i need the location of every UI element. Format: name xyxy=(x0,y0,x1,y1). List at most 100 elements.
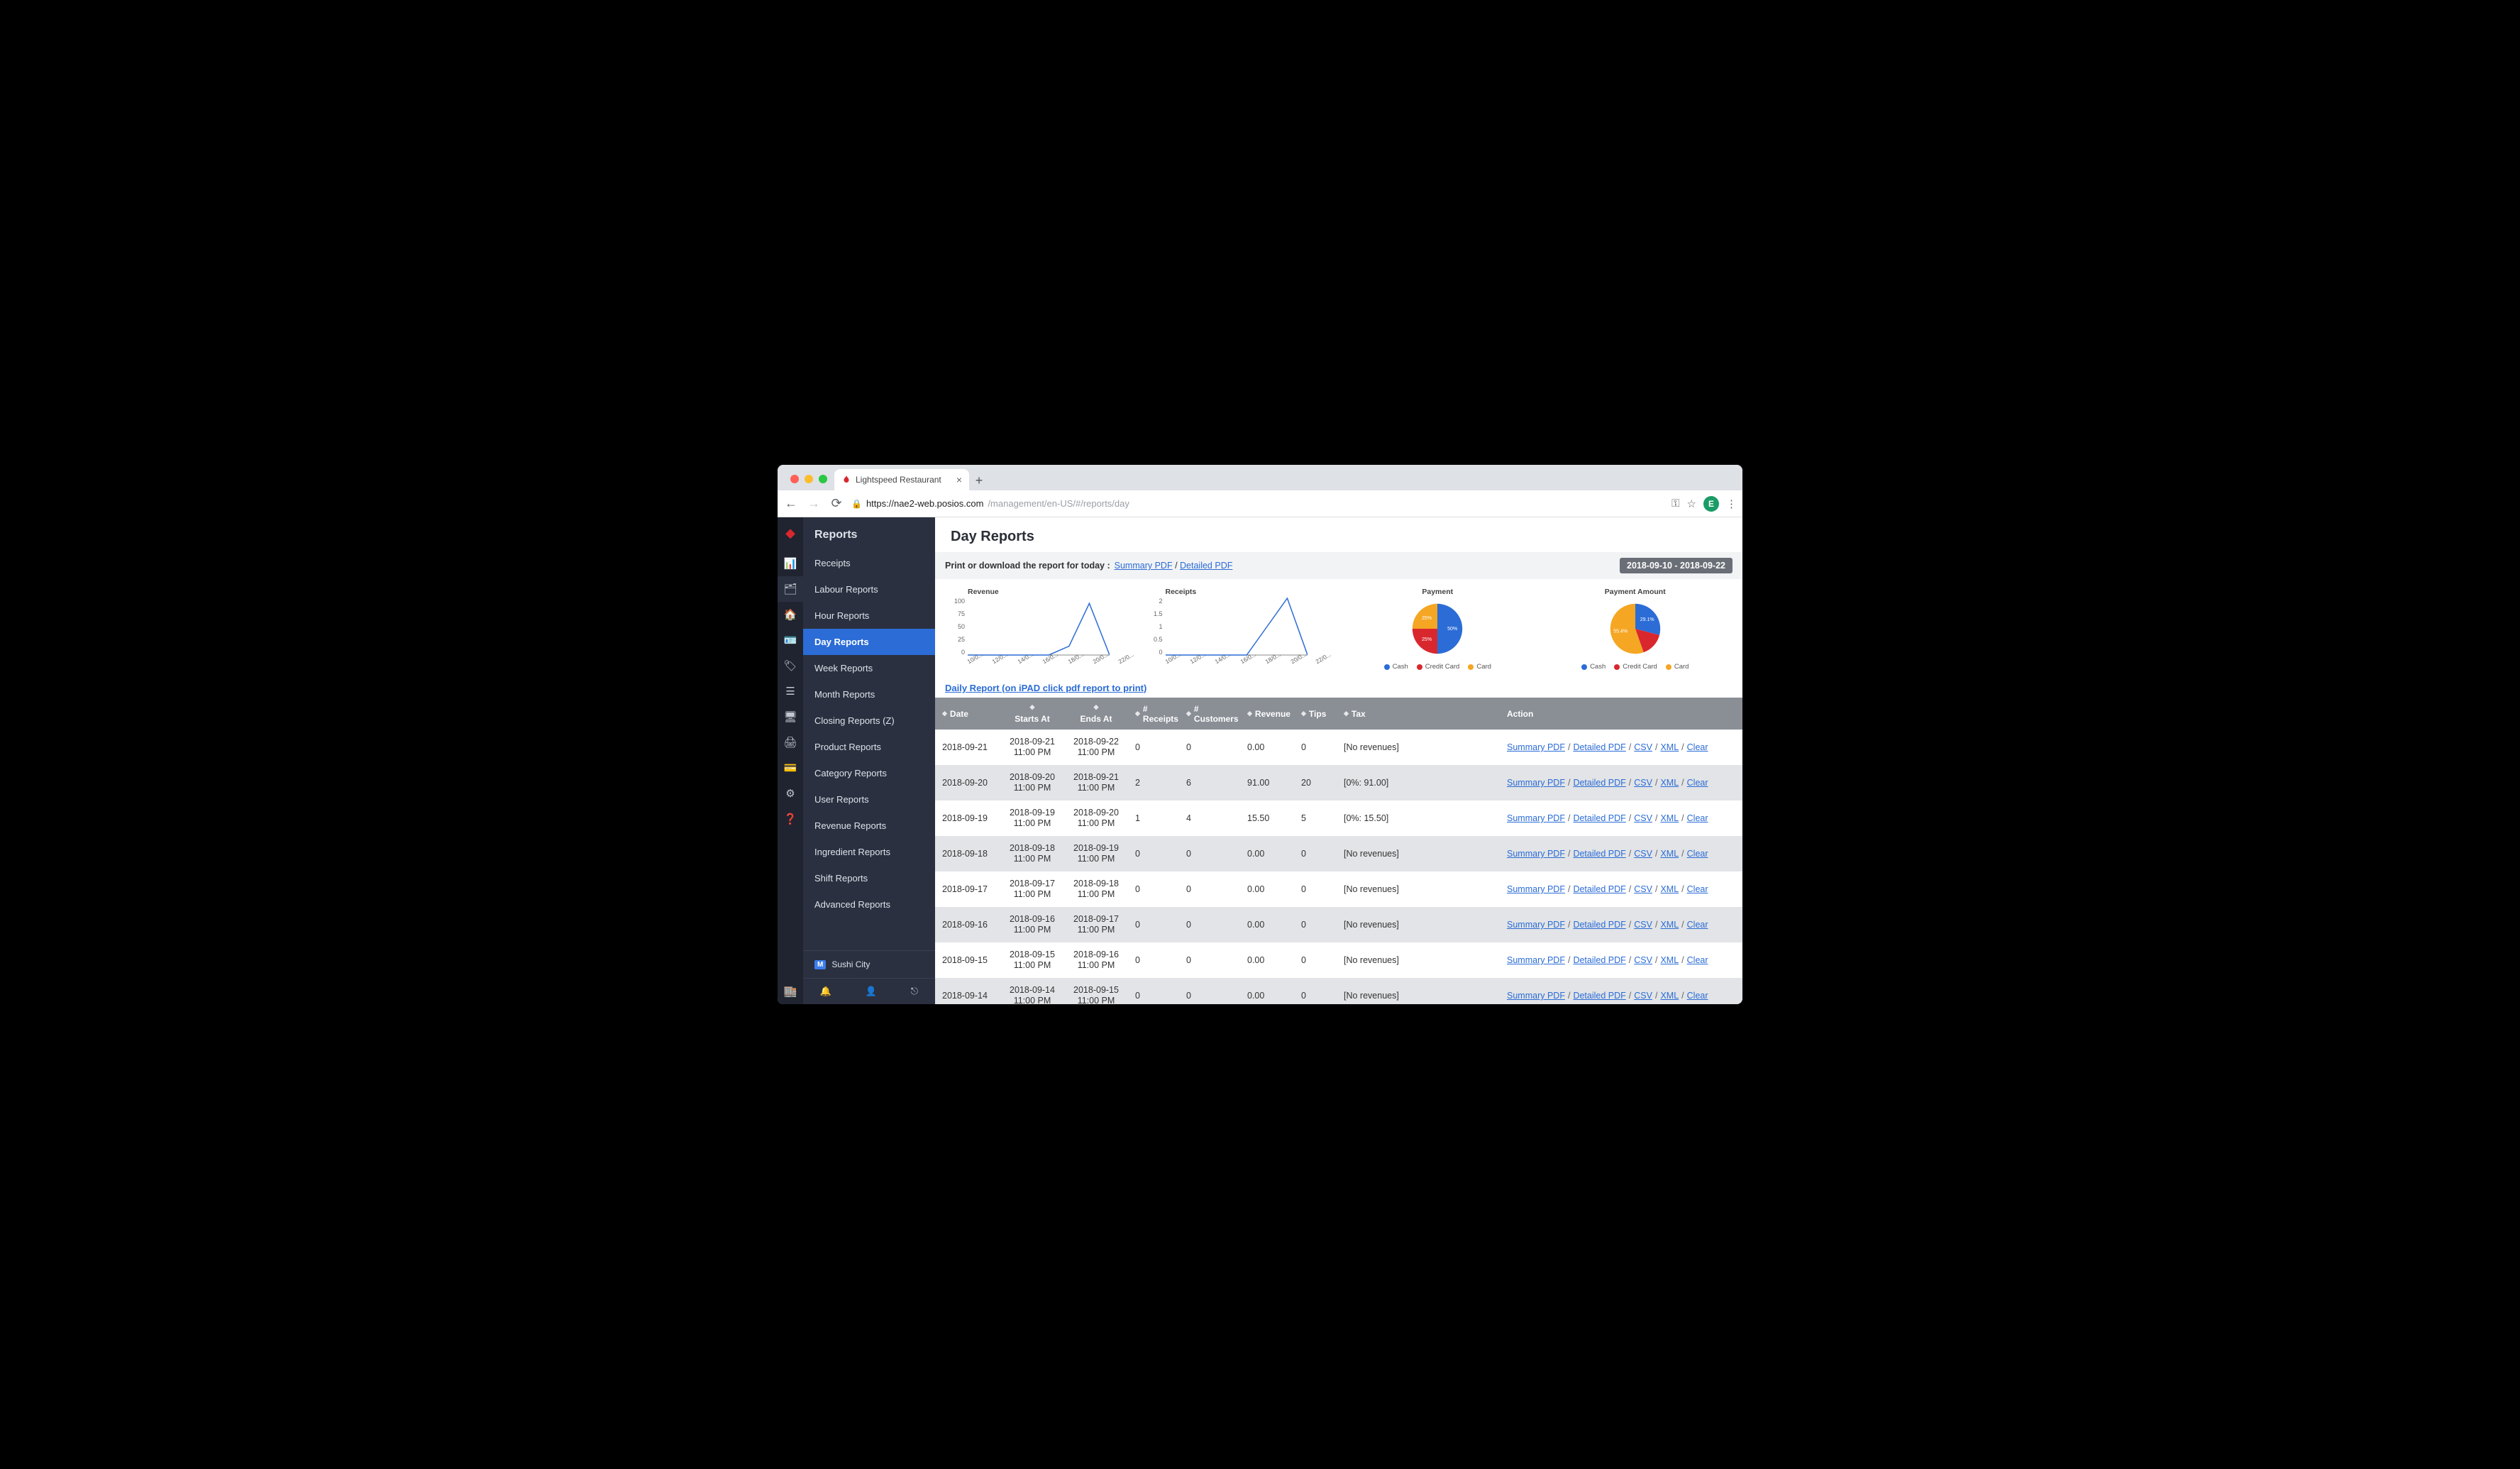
rail-card-icon[interactable]: 🪪 xyxy=(778,627,803,653)
column-header[interactable]: ◆# Customers xyxy=(1179,698,1240,730)
row-summary-pdf-link[interactable]: Summary PDF xyxy=(1507,955,1565,965)
sidebar-item-user-reports[interactable]: User Reports xyxy=(803,786,935,813)
row-clear-link[interactable]: Clear xyxy=(1687,849,1708,859)
row-detailed-pdf-link[interactable]: Detailed PDF xyxy=(1573,955,1625,965)
sidebar-item-day-reports[interactable]: Day Reports xyxy=(803,629,935,655)
column-header[interactable]: Action xyxy=(1500,698,1742,730)
summary-pdf-link[interactable]: Summary PDF xyxy=(1115,561,1173,571)
address-field[interactable]: 🔒 https://nae2-web.posios.com/management… xyxy=(851,498,1664,509)
row-csv-link[interactable]: CSV xyxy=(1634,991,1652,1001)
rail-store-icon[interactable]: 🏬 xyxy=(778,979,803,1004)
logout-icon[interactable]: ⎋ xyxy=(911,986,918,997)
rail-wallet-icon[interactable]: 💳 xyxy=(778,755,803,781)
new-tab-button[interactable]: + xyxy=(969,471,989,490)
row-summary-pdf-link[interactable]: Summary PDF xyxy=(1507,849,1565,859)
sidebar-item-revenue-reports[interactable]: Revenue Reports xyxy=(803,813,935,839)
row-detailed-pdf-link[interactable]: Detailed PDF xyxy=(1573,884,1625,894)
row-xml-link[interactable]: XML xyxy=(1660,813,1679,823)
reload-button[interactable]: ⟳ xyxy=(829,496,844,511)
sidebar-item-product-reports[interactable]: Product Reports xyxy=(803,734,935,760)
row-clear-link[interactable]: Clear xyxy=(1687,742,1708,752)
account-icon[interactable]: 👤 xyxy=(866,986,877,997)
browser-tab[interactable]: Lightspeed Restaurant × xyxy=(834,469,969,490)
column-header[interactable]: ◆Ends At xyxy=(1064,698,1128,730)
sidebar-item-shift-reports[interactable]: Shift Reports xyxy=(803,865,935,891)
row-detailed-pdf-link[interactable]: Detailed PDF xyxy=(1573,991,1625,1001)
notifications-icon[interactable]: 🔔 xyxy=(820,986,831,997)
close-window-icon[interactable] xyxy=(790,475,799,483)
row-summary-pdf-link[interactable]: Summary PDF xyxy=(1507,991,1565,1001)
row-summary-pdf-link[interactable]: Summary PDF xyxy=(1507,920,1565,930)
row-xml-link[interactable]: XML xyxy=(1660,778,1679,788)
cell-actions: Summary PDF/Detailed PDF/CSV/XML/Clear xyxy=(1500,871,1742,907)
column-header[interactable]: ◆Tax xyxy=(1337,698,1500,730)
key-icon[interactable]: ⚿ xyxy=(1671,497,1679,510)
row-detailed-pdf-link[interactable]: Detailed PDF xyxy=(1573,813,1625,823)
bookmark-icon[interactable]: ☆ xyxy=(1687,497,1696,510)
maximize-window-icon[interactable] xyxy=(819,475,827,483)
store-switcher[interactable]: M Sushi City xyxy=(803,950,935,978)
row-csv-link[interactable]: CSV xyxy=(1634,849,1652,859)
daily-report-link[interactable]: Daily Report (on iPAD click pdf report t… xyxy=(945,683,1146,693)
rail-settings-icon[interactable]: ⚙ xyxy=(778,781,803,806)
close-tab-icon[interactable]: × xyxy=(956,474,962,485)
row-xml-link[interactable]: XML xyxy=(1660,991,1679,1001)
sidebar-item-receipts[interactable]: Receipts xyxy=(803,550,935,576)
row-csv-link[interactable]: CSV xyxy=(1634,884,1652,894)
row-clear-link[interactable]: Clear xyxy=(1687,920,1708,930)
sidebar-item-closing-reports-z-[interactable]: Closing Reports (Z) xyxy=(803,708,935,734)
row-clear-link[interactable]: Clear xyxy=(1687,813,1708,823)
date-range-picker[interactable]: 2018-09-10 - 2018-09-22 xyxy=(1620,558,1732,573)
rail-home-icon[interactable]: 🏠 xyxy=(778,602,803,627)
row-xml-link[interactable]: XML xyxy=(1660,920,1679,930)
sidebar-item-week-reports[interactable]: Week Reports xyxy=(803,655,935,681)
rail-devices-icon[interactable]: 🖥 xyxy=(778,704,803,730)
forward-button[interactable]: → xyxy=(806,496,822,511)
column-header[interactable]: ◆Starts At xyxy=(1000,698,1064,730)
profile-avatar[interactable]: E xyxy=(1703,496,1719,512)
minimize-window-icon[interactable] xyxy=(805,475,813,483)
sidebar-item-ingredient-reports[interactable]: Ingredient Reports xyxy=(803,839,935,865)
row-xml-link[interactable]: XML xyxy=(1660,742,1679,752)
row-summary-pdf-link[interactable]: Summary PDF xyxy=(1507,884,1565,894)
row-xml-link[interactable]: XML xyxy=(1660,849,1679,859)
row-clear-link[interactable]: Clear xyxy=(1687,991,1708,1001)
row-summary-pdf-link[interactable]: Summary PDF xyxy=(1507,813,1565,823)
menu-icon[interactable]: ⋮ xyxy=(1726,497,1737,510)
sidebar-item-advanced-reports[interactable]: Advanced Reports xyxy=(803,891,935,918)
row-xml-link[interactable]: XML xyxy=(1660,955,1679,965)
row-detailed-pdf-link[interactable]: Detailed PDF xyxy=(1573,742,1625,752)
row-clear-link[interactable]: Clear xyxy=(1687,955,1708,965)
rail-print-icon[interactable]: 🖨 xyxy=(778,730,803,755)
row-csv-link[interactable]: CSV xyxy=(1634,955,1652,965)
rail-tag-icon[interactable]: 🏷 xyxy=(778,653,803,678)
rail-layers-icon[interactable]: ☰ xyxy=(778,678,803,704)
detailed-pdf-link[interactable]: Detailed PDF xyxy=(1180,561,1232,571)
browser-window: Lightspeed Restaurant × + ← → ⟳ 🔒 https:… xyxy=(778,465,1742,1004)
sidebar-item-hour-reports[interactable]: Hour Reports xyxy=(803,603,935,629)
row-detailed-pdf-link[interactable]: Detailed PDF xyxy=(1573,778,1625,788)
rail-help-icon[interactable]: ❓ xyxy=(778,806,803,832)
row-csv-link[interactable]: CSV xyxy=(1634,742,1652,752)
row-csv-link[interactable]: CSV xyxy=(1634,778,1652,788)
row-csv-link[interactable]: CSV xyxy=(1634,920,1652,930)
column-header[interactable]: ◆Tips xyxy=(1294,698,1337,730)
column-header[interactable]: ◆Revenue xyxy=(1240,698,1294,730)
back-button[interactable]: ← xyxy=(783,496,799,511)
row-clear-link[interactable]: Clear xyxy=(1687,778,1708,788)
sidebar-item-category-reports[interactable]: Category Reports xyxy=(803,760,935,786)
row-detailed-pdf-link[interactable]: Detailed PDF xyxy=(1573,920,1625,930)
sidebar-item-month-reports[interactable]: Month Reports xyxy=(803,681,935,708)
row-clear-link[interactable]: Clear xyxy=(1687,884,1708,894)
rail-labour-icon[interactable]: 🗂 xyxy=(778,576,803,602)
sidebar-item-labour-reports[interactable]: Labour Reports xyxy=(803,576,935,603)
row-csv-link[interactable]: CSV xyxy=(1634,813,1652,823)
column-header[interactable]: ◆Date xyxy=(935,698,1000,730)
row-xml-link[interactable]: XML xyxy=(1660,884,1679,894)
row-detailed-pdf-link[interactable]: Detailed PDF xyxy=(1573,849,1625,859)
column-header[interactable]: ◆# Receipts xyxy=(1128,698,1179,730)
brand-logo-icon[interactable]: ◆ xyxy=(785,526,795,541)
row-summary-pdf-link[interactable]: Summary PDF xyxy=(1507,778,1565,788)
rail-receipts-icon[interactable]: 📊 xyxy=(778,551,803,576)
row-summary-pdf-link[interactable]: Summary PDF xyxy=(1507,742,1565,752)
